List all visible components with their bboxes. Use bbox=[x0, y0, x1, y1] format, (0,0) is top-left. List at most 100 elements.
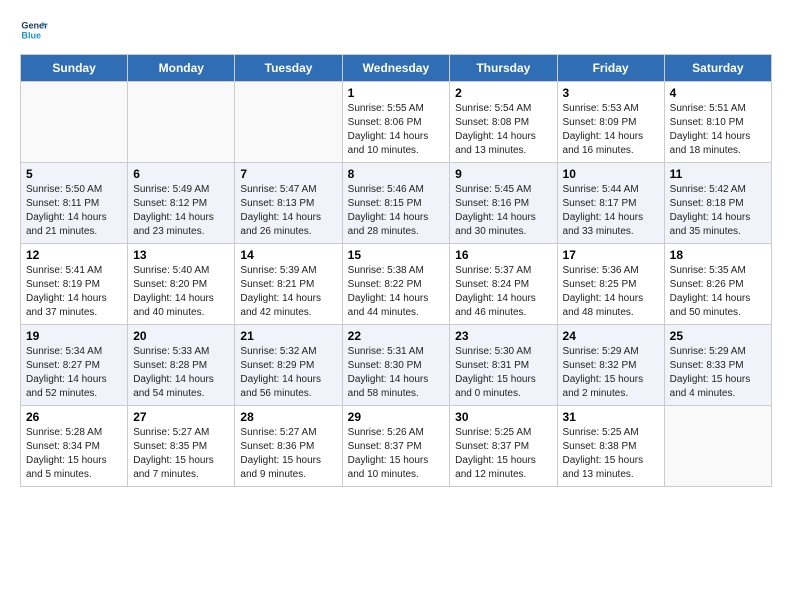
day-info: Sunrise: 5:49 AM Sunset: 8:12 PM Dayligh… bbox=[133, 183, 229, 239]
day-info: Sunrise: 5:29 AM Sunset: 8:32 PM Dayligh… bbox=[563, 345, 659, 401]
calendar-cell: 26Sunrise: 5:28 AM Sunset: 8:34 PM Dayli… bbox=[21, 406, 128, 487]
day-number: 11 bbox=[670, 167, 766, 181]
day-number: 21 bbox=[240, 329, 336, 343]
header-day-sunday: Sunday bbox=[21, 55, 128, 82]
day-info: Sunrise: 5:37 AM Sunset: 8:24 PM Dayligh… bbox=[455, 264, 551, 320]
day-number: 23 bbox=[455, 329, 551, 343]
calendar-cell: 7 Sunrise: 5:47 AM Sunset: 8:13 PM Daylig… bbox=[235, 163, 342, 244]
day-info: Sunrise: 5:50 AM Sunset: 8:11 PM Dayligh… bbox=[26, 183, 122, 239]
calendar-cell: 3 Sunrise: 5:53 AM Sunset: 8:09 PM Daylig… bbox=[557, 82, 664, 163]
calendar-week-row: 5Sunrise: 5:50 AM Sunset: 8:11 PM Daylig… bbox=[21, 163, 772, 244]
day-number: 14 bbox=[240, 248, 336, 262]
svg-text:Blue: Blue bbox=[21, 30, 41, 40]
calendar-cell: 29 Sunrise: 5:26 AM Sunset: 8:37 PM Dayli… bbox=[342, 406, 450, 487]
day-number: 3 bbox=[563, 86, 659, 100]
day-number: 29 bbox=[348, 410, 445, 424]
calendar-header-row: SundayMondayTuesdayWednesdayThursdayFrid… bbox=[21, 55, 772, 82]
calendar-cell: 25 Sunrise: 5:29 AM Sunset: 8:33 PM Dayli… bbox=[664, 325, 771, 406]
day-number: 7 bbox=[240, 167, 336, 181]
logo: General Blue bbox=[20, 16, 48, 44]
calendar-cell: 20 Sunrise: 5:33 AM Sunset: 8:28 PM Dayli… bbox=[128, 325, 235, 406]
day-info: Sunrise: 5:44 AM Sunset: 8:17 PM Dayligh… bbox=[563, 183, 659, 239]
calendar-cell: 11 Sunrise: 5:42 AM Sunset: 8:18 PM Dayli… bbox=[664, 163, 771, 244]
calendar-cell: 16 Sunrise: 5:37 AM Sunset: 8:24 PM Dayli… bbox=[450, 244, 557, 325]
header-day-monday: Monday bbox=[128, 55, 235, 82]
day-number: 17 bbox=[563, 248, 659, 262]
day-number: 26 bbox=[26, 410, 122, 424]
calendar-cell: 31Sunrise: 5:25 AM Sunset: 8:38 PM Dayli… bbox=[557, 406, 664, 487]
day-info: Sunrise: 5:55 AM Sunset: 8:06 PM Dayligh… bbox=[348, 102, 445, 158]
calendar-cell: 15 Sunrise: 5:38 AM Sunset: 8:22 PM Dayli… bbox=[342, 244, 450, 325]
day-info: Sunrise: 5:34 AM Sunset: 8:27 PM Dayligh… bbox=[26, 345, 122, 401]
day-info: Sunrise: 5:27 AM Sunset: 8:35 PM Dayligh… bbox=[133, 426, 229, 482]
day-info: Sunrise: 5:35 AM Sunset: 8:26 PM Dayligh… bbox=[670, 264, 766, 320]
day-info: Sunrise: 5:27 AM Sunset: 8:36 PM Dayligh… bbox=[240, 426, 336, 482]
day-number: 15 bbox=[348, 248, 445, 262]
day-number: 18 bbox=[670, 248, 766, 262]
calendar-cell: 23 Sunrise: 5:30 AM Sunset: 8:31 PM Dayli… bbox=[450, 325, 557, 406]
day-info: Sunrise: 5:25 AM Sunset: 8:37 PM Dayligh… bbox=[455, 426, 551, 482]
calendar-cell: 22 Sunrise: 5:31 AM Sunset: 8:30 PM Dayli… bbox=[342, 325, 450, 406]
day-info: Sunrise: 5:38 AM Sunset: 8:22 PM Dayligh… bbox=[348, 264, 445, 320]
calendar-cell bbox=[664, 406, 771, 487]
day-info: Sunrise: 5:25 AM Sunset: 8:38 PM Dayligh… bbox=[563, 426, 659, 482]
day-number: 13 bbox=[133, 248, 229, 262]
header-day-saturday: Saturday bbox=[664, 55, 771, 82]
day-number: 28 bbox=[240, 410, 336, 424]
day-number: 16 bbox=[455, 248, 551, 262]
calendar-cell: 8 Sunrise: 5:46 AM Sunset: 8:15 PM Daylig… bbox=[342, 163, 450, 244]
calendar-cell: 19 Sunrise: 5:34 AM Sunset: 8:27 PM Dayli… bbox=[21, 325, 128, 406]
calendar-cell: 24 Sunrise: 5:29 AM Sunset: 8:32 PM Dayli… bbox=[557, 325, 664, 406]
calendar-week-row: 1 Sunrise: 5:55 AM Sunset: 8:06 PM Daylig… bbox=[21, 82, 772, 163]
day-info: Sunrise: 5:39 AM Sunset: 8:21 PM Dayligh… bbox=[240, 264, 336, 320]
day-info: Sunrise: 5:33 AM Sunset: 8:28 PM Dayligh… bbox=[133, 345, 229, 401]
calendar-cell bbox=[235, 82, 342, 163]
day-info: Sunrise: 5:30 AM Sunset: 8:31 PM Dayligh… bbox=[455, 345, 551, 401]
day-number: 12 bbox=[26, 248, 122, 262]
svg-text:General: General bbox=[21, 21, 48, 31]
calendar-cell: 13 Sunrise: 5:40 AM Sunset: 8:20 PM Dayli… bbox=[128, 244, 235, 325]
day-info: Sunrise: 5:53 AM Sunset: 8:09 PM Dayligh… bbox=[563, 102, 659, 158]
calendar-cell: 4Sunrise: 5:51 AM Sunset: 8:10 PM Daylig… bbox=[664, 82, 771, 163]
day-number: 8 bbox=[348, 167, 445, 181]
day-info: Sunrise: 5:47 AM Sunset: 8:13 PM Dayligh… bbox=[240, 183, 336, 239]
day-number: 1 bbox=[348, 86, 445, 100]
calendar-cell: 1 Sunrise: 5:55 AM Sunset: 8:06 PM Daylig… bbox=[342, 82, 450, 163]
header-day-friday: Friday bbox=[557, 55, 664, 82]
calendar-cell: 9Sunrise: 5:45 AM Sunset: 8:16 PM Daylig… bbox=[450, 163, 557, 244]
calendar-cell: 12 Sunrise: 5:41 AM Sunset: 8:19 PM Dayli… bbox=[21, 244, 128, 325]
day-number: 24 bbox=[563, 329, 659, 343]
day-info: Sunrise: 5:54 AM Sunset: 8:08 PM Dayligh… bbox=[455, 102, 551, 158]
day-number: 9 bbox=[455, 167, 551, 181]
day-number: 20 bbox=[133, 329, 229, 343]
day-number: 2 bbox=[455, 86, 551, 100]
calendar-cell: 28 Sunrise: 5:27 AM Sunset: 8:36 PM Dayli… bbox=[235, 406, 342, 487]
page-header: General Blue bbox=[20, 16, 772, 44]
day-info: Sunrise: 5:36 AM Sunset: 8:25 PM Dayligh… bbox=[563, 264, 659, 320]
day-number: 27 bbox=[133, 410, 229, 424]
calendar-cell bbox=[21, 82, 128, 163]
calendar-cell: 6 Sunrise: 5:49 AM Sunset: 8:12 PM Daylig… bbox=[128, 163, 235, 244]
day-number: 25 bbox=[670, 329, 766, 343]
day-number: 22 bbox=[348, 329, 445, 343]
day-number: 6 bbox=[133, 167, 229, 181]
header-day-tuesday: Tuesday bbox=[235, 55, 342, 82]
calendar-week-row: 12 Sunrise: 5:41 AM Sunset: 8:19 PM Dayli… bbox=[21, 244, 772, 325]
day-info: Sunrise: 5:31 AM Sunset: 8:30 PM Dayligh… bbox=[348, 345, 445, 401]
day-number: 30 bbox=[455, 410, 551, 424]
day-info: Sunrise: 5:42 AM Sunset: 8:18 PM Dayligh… bbox=[670, 183, 766, 239]
calendar-cell: 18 Sunrise: 5:35 AM Sunset: 8:26 PM Dayli… bbox=[664, 244, 771, 325]
day-info: Sunrise: 5:51 AM Sunset: 8:10 PM Dayligh… bbox=[670, 102, 766, 158]
calendar-cell: 5Sunrise: 5:50 AM Sunset: 8:11 PM Daylig… bbox=[21, 163, 128, 244]
day-number: 19 bbox=[26, 329, 122, 343]
day-info: Sunrise: 5:29 AM Sunset: 8:33 PM Dayligh… bbox=[670, 345, 766, 401]
day-info: Sunrise: 5:41 AM Sunset: 8:19 PM Dayligh… bbox=[26, 264, 122, 320]
calendar-cell: 21Sunrise: 5:32 AM Sunset: 8:29 PM Dayli… bbox=[235, 325, 342, 406]
day-info: Sunrise: 5:40 AM Sunset: 8:20 PM Dayligh… bbox=[133, 264, 229, 320]
calendar-cell: 14 Sunrise: 5:39 AM Sunset: 8:21 PM Dayli… bbox=[235, 244, 342, 325]
day-info: Sunrise: 5:46 AM Sunset: 8:15 PM Dayligh… bbox=[348, 183, 445, 239]
calendar-cell: 10Sunrise: 5:44 AM Sunset: 8:17 PM Dayli… bbox=[557, 163, 664, 244]
header-day-wednesday: Wednesday bbox=[342, 55, 450, 82]
calendar-cell: 2 Sunrise: 5:54 AM Sunset: 8:08 PM Daylig… bbox=[450, 82, 557, 163]
day-info: Sunrise: 5:26 AM Sunset: 8:37 PM Dayligh… bbox=[348, 426, 445, 482]
